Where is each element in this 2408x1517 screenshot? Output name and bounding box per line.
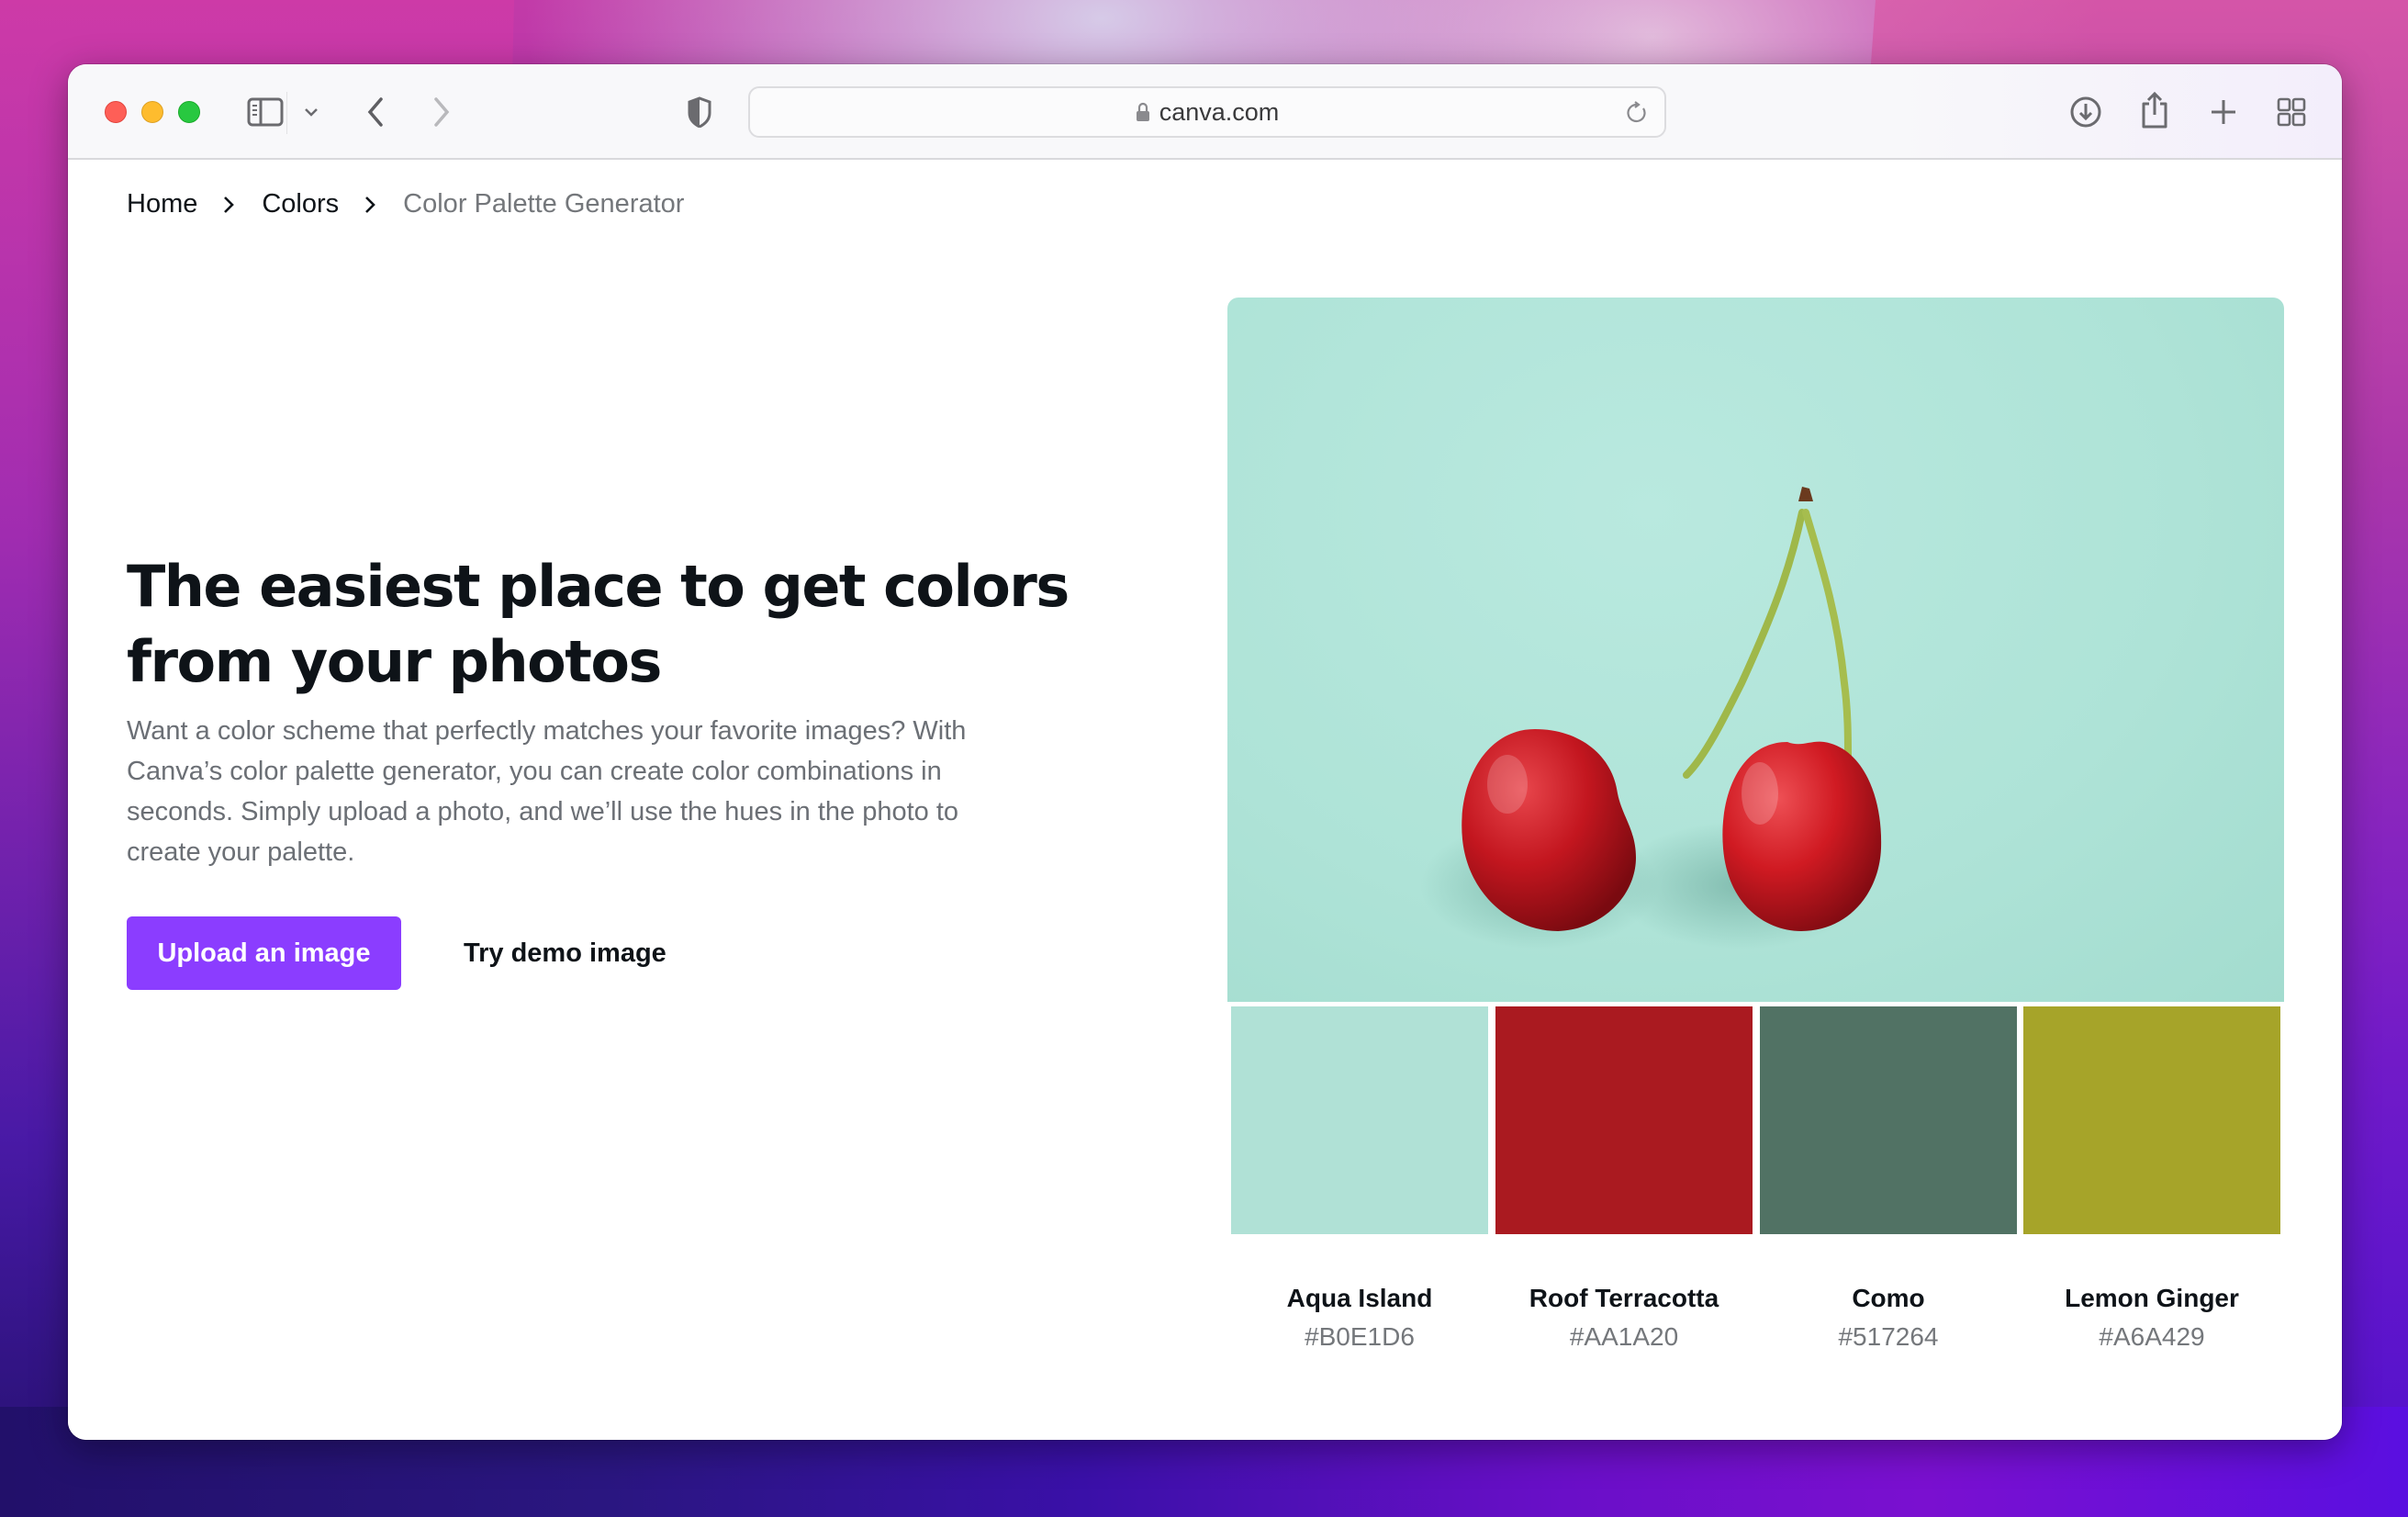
breadcrumb: Home Colors Color Palette Generator	[127, 189, 684, 219]
shield-icon[interactable]	[685, 94, 714, 130]
cherry-stem-right	[1802, 509, 1852, 760]
breadcrumb-home[interactable]: Home	[127, 189, 197, 219]
cherry-stem-knot	[1798, 487, 1813, 501]
cherry-stem-left	[1683, 509, 1806, 779]
chevron-right-icon	[363, 194, 377, 216]
color-hex[interactable]: #517264	[1760, 1317, 2017, 1357]
palette-swatch[interactable]	[1231, 1006, 1488, 1234]
palette-label: Roof Terracotta #AA1A20	[1495, 1280, 1753, 1357]
page-description: Want a color scheme that perfectly match…	[127, 716, 967, 867]
share-icon[interactable]	[2137, 88, 2172, 132]
page-content: Home Colors Color Palette Generator The …	[68, 162, 2342, 1440]
palette-label: Aqua Island #B0E1D6	[1231, 1280, 1488, 1357]
download-icon[interactable]	[2067, 92, 2104, 132]
browser-window: canva.com Home Colors Color Palette Gene…	[68, 64, 2342, 1440]
chevron-right-icon	[221, 194, 236, 216]
upload-image-button[interactable]: Upload an image	[127, 916, 401, 990]
chevron-down-icon[interactable]	[301, 101, 321, 123]
color-name: Como	[1852, 1284, 1925, 1312]
forward-arrow-icon[interactable]	[428, 94, 455, 130]
lock-icon	[1136, 102, 1150, 122]
palette-swatch[interactable]	[1760, 1006, 2017, 1234]
tab-grid-icon[interactable]	[2275, 94, 2308, 130]
browser-toolbar: canva.com	[68, 64, 2342, 160]
cherry-photo	[1227, 298, 2284, 1002]
maximize-window-button[interactable]	[178, 101, 200, 123]
url-text: canva.com	[1159, 97, 1280, 126]
back-arrow-icon[interactable]	[362, 94, 389, 130]
cherry-highlight-right	[1742, 762, 1778, 825]
breadcrumb-current: Color Palette Generator	[403, 189, 685, 219]
reload-icon[interactable]	[1624, 99, 1650, 127]
close-window-button[interactable]	[105, 101, 127, 123]
palette-swatch[interactable]	[2023, 1006, 2280, 1234]
breadcrumb-colors[interactable]: Colors	[262, 189, 339, 219]
palette-swatch[interactable]	[1495, 1006, 1753, 1234]
color-name: Aqua Island	[1286, 1284, 1433, 1312]
cherry-highlight-left	[1487, 755, 1528, 814]
address-bar[interactable]: canva.com	[748, 86, 1666, 138]
toolbar-divider	[286, 92, 287, 134]
cherry-right	[1722, 741, 1882, 931]
color-hex[interactable]: #AA1A20	[1495, 1317, 1753, 1357]
sidebar-icon[interactable]	[246, 96, 285, 129]
page-title: The easiest place to get colors from you…	[127, 553, 1070, 695]
color-name: Roof Terracotta	[1529, 1284, 1719, 1312]
minimize-window-button[interactable]	[141, 101, 163, 123]
color-hex[interactable]: #A6A429	[2023, 1317, 2280, 1357]
plus-icon[interactable]	[2207, 94, 2240, 130]
palette-label: Lemon Ginger #A6A429	[2023, 1280, 2280, 1357]
palette-label: Como #517264	[1760, 1280, 2017, 1357]
try-demo-image-button[interactable]: Try demo image	[431, 916, 700, 990]
color-name: Lemon Ginger	[2065, 1284, 2239, 1312]
color-hex[interactable]: #B0E1D6	[1231, 1317, 1488, 1357]
